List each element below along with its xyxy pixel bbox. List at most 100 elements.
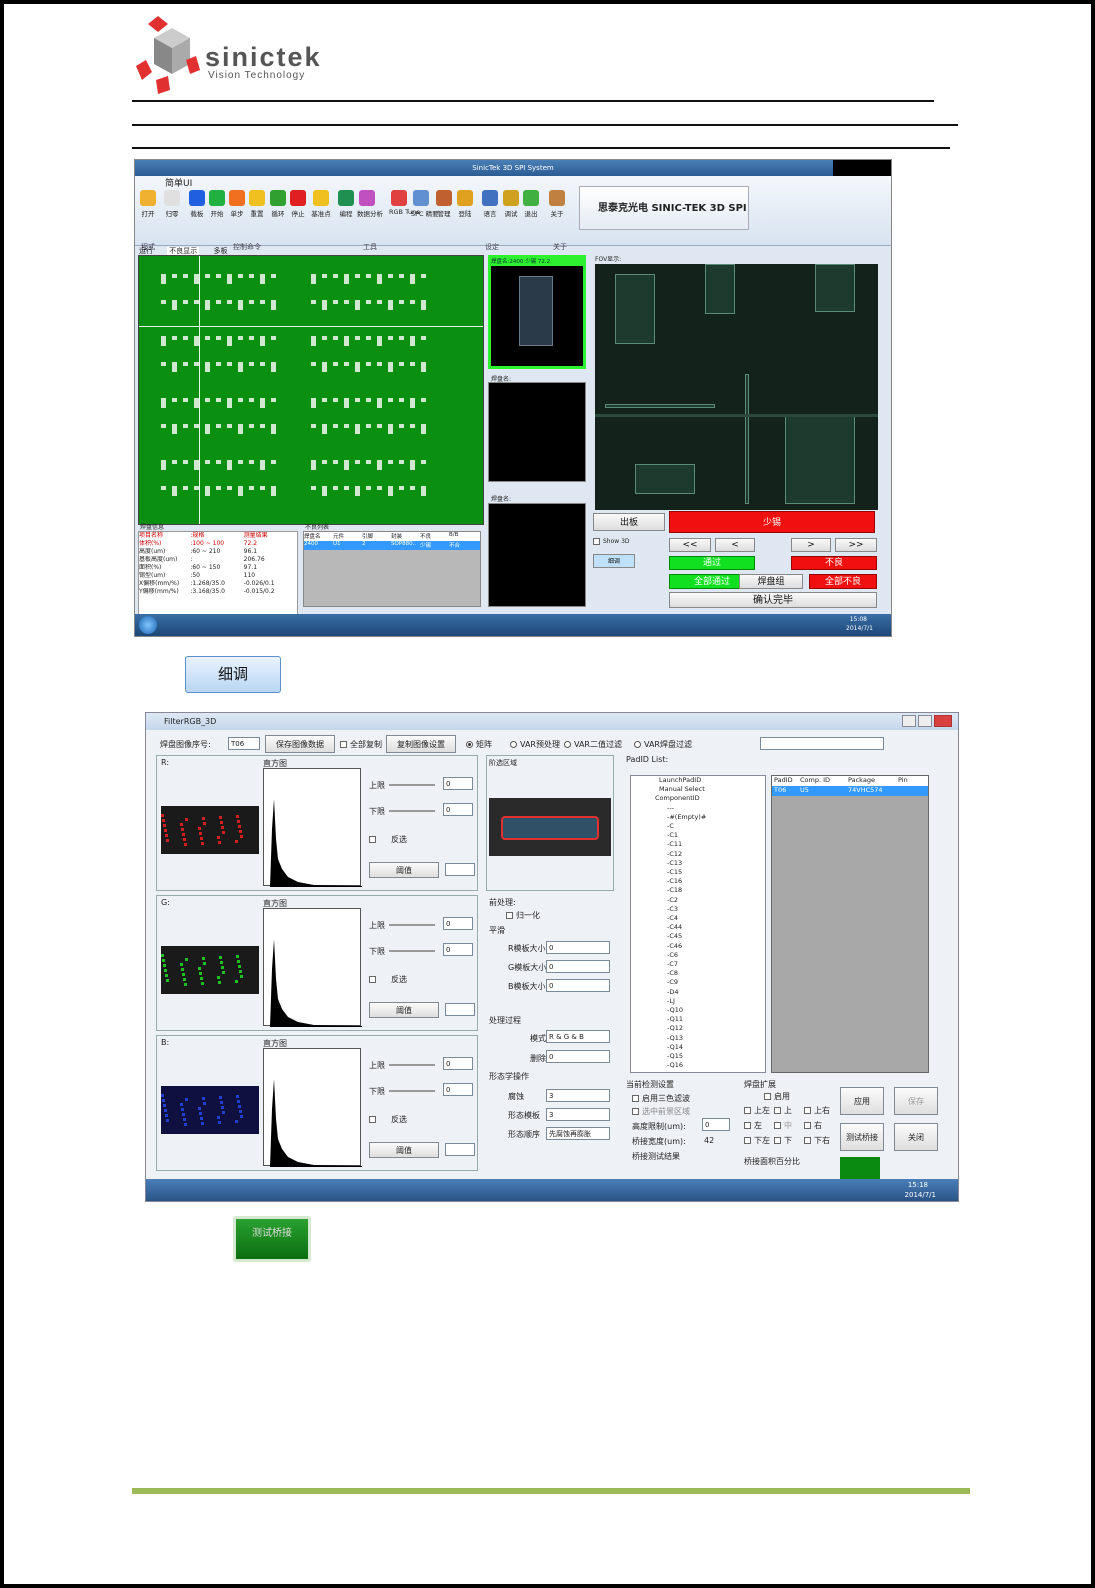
pad-group-button[interactable]: 焊盘组 xyxy=(739,574,803,589)
smooth-row-select[interactable]: 0 xyxy=(546,960,610,973)
detail-button[interactable]: 细调 xyxy=(593,554,635,568)
pcb-board-view[interactable] xyxy=(138,255,484,525)
tree-item[interactable]: -Q13 xyxy=(635,1034,765,1043)
radio-option[interactable]: 矩阵 xyxy=(466,739,492,750)
lower-slider[interactable] xyxy=(389,1090,435,1092)
threshold-field[interactable] xyxy=(445,1143,475,1156)
maximize-icon[interactable] xyxy=(918,715,932,727)
ribbon-button-7[interactable]: 停止 xyxy=(288,190,308,218)
exit-board-button[interactable]: 出板 xyxy=(593,513,665,531)
enable-3color-checkbox[interactable]: 启用三色滤波 xyxy=(632,1093,690,1104)
tree-item[interactable]: -Q12 xyxy=(635,1024,765,1033)
direction-checkbox[interactable]: 下左 xyxy=(744,1135,770,1146)
lower-field[interactable]: 0 xyxy=(443,943,473,956)
tree-item[interactable]: -C15 xyxy=(635,868,765,877)
apply-button[interactable]: 应用 xyxy=(840,1087,884,1115)
tree-item[interactable]: --- xyxy=(635,804,765,813)
direction-checkbox[interactable]: 下右 xyxy=(804,1135,830,1146)
start-icon[interactable] xyxy=(139,616,157,634)
morph-row-select[interactable]: 3 xyxy=(546,1108,610,1121)
tree-item[interactable]: -C18 xyxy=(635,886,765,895)
tree-item[interactable]: -Q11 xyxy=(635,1015,765,1024)
tree-item[interactable]: -C1 xyxy=(635,831,765,840)
direction-checkbox[interactable]: 上左 xyxy=(744,1105,770,1116)
upper-field[interactable]: 0 xyxy=(443,1057,473,1070)
nav-first-button[interactable]: << xyxy=(669,538,711,552)
padid-tree[interactable]: LaunchPadID Manual Select ComponentID --- -#… xyxy=(630,775,766,1073)
ribbon-button-2[interactable]: 载板 xyxy=(187,190,207,218)
save-data-button[interactable]: 保存图像数据 xyxy=(265,735,335,753)
tree-item[interactable]: -C7 xyxy=(635,960,765,969)
pad-index-field[interactable]: T06 xyxy=(228,737,260,750)
direction-checkbox[interactable]: 右 xyxy=(804,1120,822,1131)
nav-last-button[interactable]: >> xyxy=(835,538,877,552)
height-limit-field[interactable]: 0 xyxy=(702,1118,730,1131)
tree-item[interactable]: -Q16 xyxy=(635,1061,765,1070)
tab-multi-board[interactable]: 多板 xyxy=(213,247,227,255)
lower-field[interactable]: 0 xyxy=(443,1083,473,1096)
tree-item[interactable]: -Q17 xyxy=(635,1071,765,1073)
tree-item[interactable]: -C45 xyxy=(635,932,765,941)
ribbon-button-13[interactable]: 管理 xyxy=(434,190,454,218)
delete-select[interactable]: 0 xyxy=(546,1050,610,1063)
invert-checkbox[interactable]: 反选 xyxy=(369,974,407,985)
close-icon[interactable] xyxy=(934,715,952,727)
smooth-row-select[interactable]: 0 xyxy=(546,979,610,992)
show3d-checkbox[interactable]: Show 3D xyxy=(593,538,630,545)
tab-simple-ui[interactable]: 简单UI xyxy=(165,176,192,189)
save-button[interactable]: 保存 xyxy=(894,1087,938,1115)
normalize-checkbox[interactable]: 归一化 xyxy=(506,910,540,921)
tree-item[interactable]: -C xyxy=(635,822,765,831)
all-copy-checkbox[interactable]: 全部复制 xyxy=(340,739,382,750)
tree-item[interactable]: -C12 xyxy=(635,850,765,859)
threshold-field[interactable] xyxy=(445,1003,475,1016)
radio-option[interactable]: VAR焊盘过滤 xyxy=(634,739,692,750)
enable-extend-checkbox[interactable]: 启用 xyxy=(764,1091,790,1102)
direction-checkbox[interactable]: 上右 xyxy=(804,1105,830,1116)
tree-item[interactable]: ComponentID xyxy=(635,794,765,803)
tree-item[interactable]: -C3 xyxy=(635,905,765,914)
detail-button-large[interactable]: 细调 xyxy=(185,656,281,693)
ribbon-button-17[interactable]: 退出 xyxy=(521,190,541,218)
tree-item[interactable]: Manual Select xyxy=(635,785,765,794)
nav-next-button[interactable]: > xyxy=(791,538,831,552)
invert-checkbox[interactable]: 反选 xyxy=(369,1114,407,1125)
direction-checkbox[interactable]: 下 xyxy=(774,1135,792,1146)
tree-item[interactable]: -Q10 xyxy=(635,1006,765,1015)
ribbon-button-0[interactable]: 打开 xyxy=(138,190,158,218)
upper-field[interactable]: 0 xyxy=(443,777,473,790)
morph-row-select[interactable]: 先腐蚀再膨胀 xyxy=(546,1127,610,1140)
tab-defect-display[interactable]: 不良显示 xyxy=(167,247,200,255)
ribbon-button-1[interactable]: 归零 xyxy=(162,190,182,218)
tree-item[interactable]: -C6 xyxy=(635,951,765,960)
minimize-icon[interactable] xyxy=(902,715,916,727)
invert-checkbox[interactable]: 反选 xyxy=(369,834,407,845)
radio-option[interactable]: VAR预处理 xyxy=(510,739,560,750)
ribbon-button-11[interactable]: RGB Tune xyxy=(389,190,420,216)
direction-checkbox[interactable]: 上 xyxy=(774,1105,792,1116)
upper-field[interactable]: 0 xyxy=(443,917,473,930)
use-region-checkbox[interactable]: 选中前景区域 xyxy=(632,1106,690,1117)
tree-item[interactable]: -C4 xyxy=(635,914,765,923)
direction-checkbox[interactable]: 左 xyxy=(744,1120,762,1131)
tree-item[interactable]: -C8 xyxy=(635,969,765,978)
ribbon-button-15[interactable]: 语言 xyxy=(480,190,500,218)
lower-slider[interactable] xyxy=(389,950,435,952)
ribbon-button-5[interactable]: 重置 xyxy=(247,190,267,218)
upper-slider[interactable] xyxy=(389,924,435,926)
tree-item[interactable]: -C11 xyxy=(635,840,765,849)
all-fail-button[interactable]: 全部不良 xyxy=(809,574,877,589)
tree-item[interactable]: -C2 xyxy=(635,896,765,905)
table-row[interactable]: 2400 U1 2 SOP880.. 少锡 不合 xyxy=(304,541,480,550)
tree-item[interactable]: -#(Empty)# xyxy=(635,813,765,822)
pad-grid[interactable]: PadID Comp. ID Package Pin T06 U5 74VHC574 xyxy=(771,775,929,1073)
ribbon-button-16[interactable]: 调试 xyxy=(501,190,521,218)
tree-item[interactable]: -Q15 xyxy=(635,1052,765,1061)
ribbon-button-3[interactable]: 开始 xyxy=(207,190,227,218)
toolbar-dropdown[interactable] xyxy=(760,737,884,750)
tree-item[interactable]: -Q14 xyxy=(635,1043,765,1052)
ribbon-button-9[interactable]: 编程 xyxy=(336,190,356,218)
table-row[interactable]: T06 U5 74VHC574 xyxy=(772,786,928,796)
radio-option[interactable]: VAR二值过滤 xyxy=(564,739,622,750)
ribbon-button-10[interactable]: 数据分析 xyxy=(357,190,383,218)
